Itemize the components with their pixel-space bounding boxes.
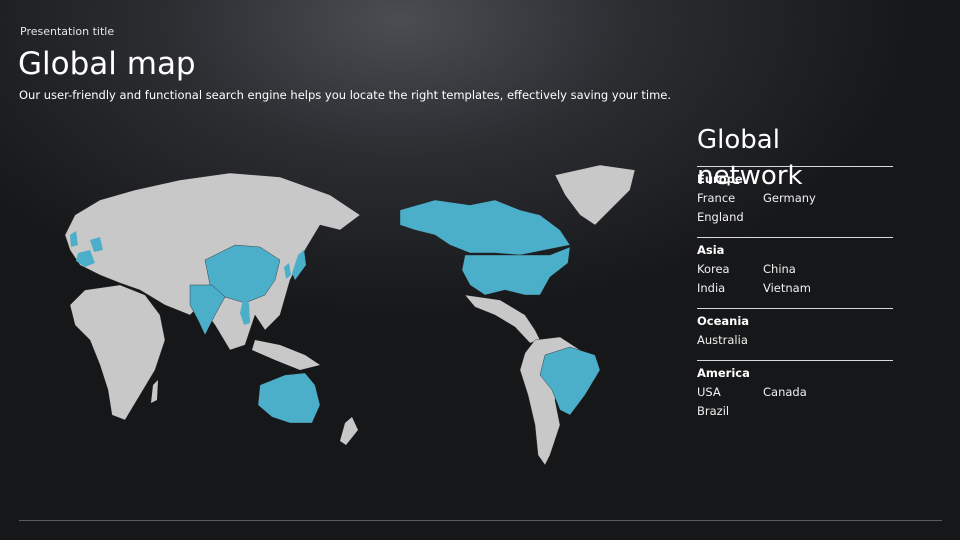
presentation-title: Presentation title xyxy=(20,25,115,38)
region-america: America USA Canada Brazil xyxy=(697,360,893,421)
footer-divider xyxy=(19,520,942,521)
map-central-america xyxy=(464,294,541,344)
region-name: Oceania xyxy=(697,314,750,328)
region-name: America xyxy=(697,366,750,380)
country-item: India xyxy=(697,281,726,295)
region-asia: Asia Korea China India Vietnam xyxy=(697,237,893,298)
map-madagascar xyxy=(151,380,158,403)
country-item: Canada xyxy=(763,385,807,399)
map-africa xyxy=(69,284,166,421)
world-map xyxy=(64,164,636,466)
country-item: France xyxy=(697,191,736,205)
network-title: Global network xyxy=(697,125,803,191)
map-greenland xyxy=(554,164,636,226)
country-item: Germany xyxy=(763,191,816,205)
region-oceania: Oceania Australia xyxy=(697,308,893,350)
country-item: England xyxy=(697,210,744,224)
map-canada xyxy=(399,199,571,256)
global-network-panel: Global network Europe France Germany Eng… xyxy=(697,122,893,431)
map-se-asia-islands xyxy=(252,340,320,370)
country-item: USA xyxy=(697,385,721,399)
map-new-zealand xyxy=(340,417,358,445)
country-item: Australia xyxy=(697,333,748,347)
country-item: Korea xyxy=(697,262,730,276)
country-item: Brazil xyxy=(697,404,730,418)
country-item: Vietnam xyxy=(763,281,811,295)
country-item: China xyxy=(763,262,796,276)
map-australia xyxy=(257,372,321,424)
region-name: Asia xyxy=(697,243,725,257)
page-subtitle: Our user-friendly and functional search … xyxy=(19,88,672,102)
page-title: Global map xyxy=(18,46,196,82)
